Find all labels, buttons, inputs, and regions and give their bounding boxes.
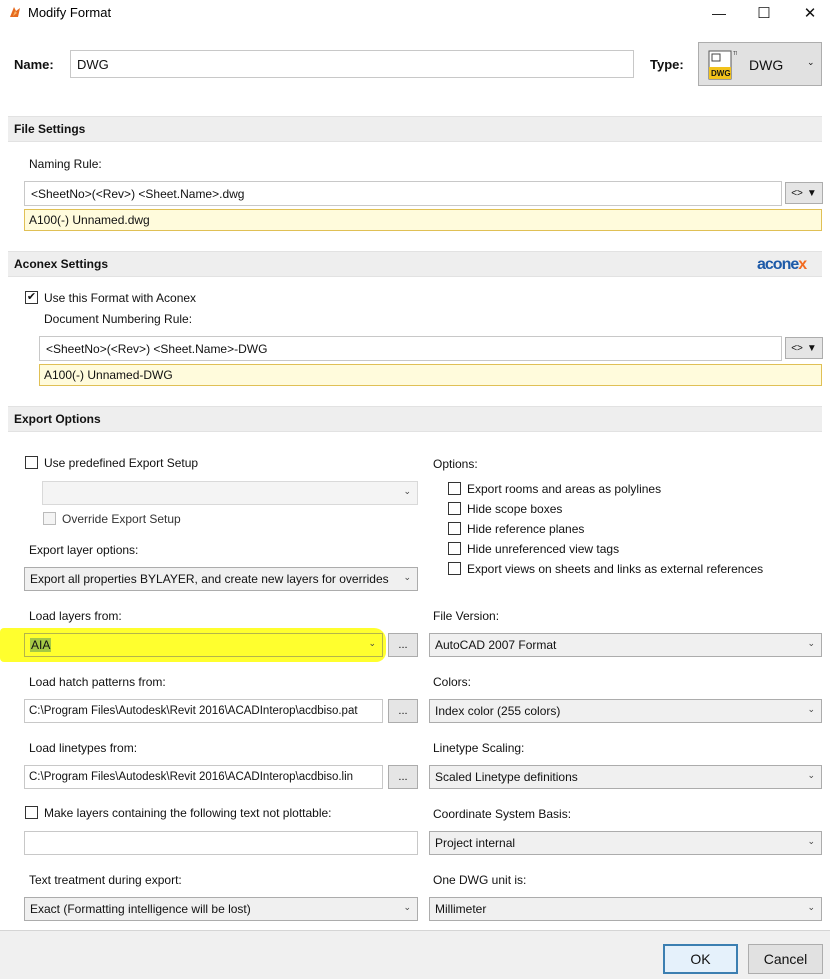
file-settings-header: File Settings [8, 116, 822, 142]
option-label: Hide scope boxes [467, 502, 563, 516]
option-checkbox[interactable] [448, 562, 461, 575]
options-label: Options: [433, 457, 478, 471]
export-layer-label: Export layer options: [29, 543, 139, 557]
naming-rule-tag-button[interactable]: <> ▼ [785, 182, 823, 204]
numbering-rule-preview: A100(-) Unnamed-DWG [39, 364, 822, 386]
hatch-browse-button[interactable]: ... [388, 699, 418, 723]
naming-rule-label: Naming Rule: [29, 157, 102, 171]
colors-label: Colors: [433, 675, 472, 689]
file-version-label: File Version: [433, 609, 500, 623]
maximize-button[interactable]: ☐ [741, 0, 787, 26]
option-label: Hide unreferenced view tags [467, 542, 620, 556]
override-setup-label: Override Export Setup [62, 512, 181, 526]
export-options-header: Export Options [8, 406, 822, 432]
use-predefined-checkbox[interactable] [25, 456, 38, 469]
use-predefined-label: Use predefined Export Setup [44, 456, 199, 470]
linetypes-browse-button[interactable]: ... [388, 765, 418, 789]
linetypes-label: Load linetypes from: [29, 741, 138, 755]
numbering-rule-tag-button[interactable]: <> ▼ [785, 337, 823, 359]
chevron-down-icon: ⌄ [807, 770, 815, 780]
dwg-file-icon: TM DWG [707, 49, 740, 81]
not-plottable-input[interactable] [24, 831, 418, 855]
type-dropdown[interactable]: TM DWG DWG ⌄ [698, 42, 822, 86]
not-plottable-label: Make layers containing the following tex… [44, 806, 332, 820]
name-input[interactable]: DWG [70, 50, 634, 78]
chevron-down-icon: ⌄ [807, 638, 815, 648]
title-bar: Modify Format — ☐ ✕ [0, 0, 830, 28]
chevron-down-icon: ⌄ [807, 836, 815, 846]
not-plottable-checkbox[interactable] [25, 806, 38, 819]
aconex-settings-title: Aconex Settings [14, 257, 109, 271]
hatch-label: Load hatch patterns from: [29, 675, 166, 689]
linetype-scaling-label: Linetype Scaling: [433, 741, 525, 755]
text-treatment-dropdown[interactable]: Exact (Formatting intelligence will be l… [24, 897, 418, 921]
chevron-down-icon: ⌄ [807, 57, 815, 67]
cancel-button[interactable]: Cancel [748, 944, 823, 974]
chevron-down-icon: ⌄ [368, 638, 376, 648]
close-icon: ✕ [803, 5, 817, 22]
override-setup-checkbox[interactable] [43, 512, 56, 525]
close-button[interactable]: ✕ [787, 0, 830, 26]
text-treatment-label: Text treatment during export: [29, 873, 182, 887]
dwg-unit-label: One DWG unit is: [433, 873, 527, 887]
chevron-down-icon: ⌄ [403, 902, 411, 912]
aconex-logo: aconex [757, 256, 807, 273]
file-version-dropdown[interactable]: AutoCAD 2007 Format ⌄ [429, 633, 822, 657]
numbering-rule-input[interactable]: <SheetNo>(<Rev>) <Sheet.Name>-DWG [39, 336, 782, 361]
chevron-down-icon: ⌄ [403, 572, 411, 582]
linetype-scaling-dropdown[interactable]: Scaled Linetype definitions ⌄ [429, 765, 822, 789]
coord-system-label: Coordinate System Basis: [433, 807, 572, 821]
name-label: Name: [14, 57, 54, 72]
ok-button[interactable]: OK [663, 944, 738, 974]
option-label: Export rooms and areas as polylines [467, 482, 662, 496]
export-layer-dropdown[interactable]: Export all properties BYLAYER, and creat… [24, 567, 418, 591]
coord-system-dropdown[interactable]: Project internal ⌄ [429, 831, 822, 855]
hatch-input[interactable]: C:\Program Files\Autodesk\Revit 2016\ACA… [24, 699, 383, 723]
use-aconex-label: Use this Format with Aconex [44, 291, 197, 305]
numbering-rule-label: Document Numbering Rule: [44, 312, 193, 326]
maximize-icon: ☐ [757, 5, 771, 22]
use-aconex-checkbox[interactable]: ✔ [25, 291, 38, 304]
minimize-icon: — [712, 5, 726, 21]
option-checkbox[interactable] [448, 522, 461, 535]
naming-rule-input[interactable]: <SheetNo>(<Rev>) <Sheet.Name>.dwg [24, 181, 782, 206]
app-icon [10, 7, 20, 17]
type-label: Type: [650, 57, 684, 72]
naming-rule-preview: A100(-) Unnamed.dwg [24, 209, 822, 231]
aconex-settings-header: Aconex Settings [8, 251, 822, 277]
dropdown-arrow-icon: ▼ [806, 342, 817, 354]
type-value: DWG [749, 57, 784, 73]
load-layers-browse-button[interactable]: ... [388, 633, 418, 657]
option-label: Export views on sheets and links as exte… [467, 562, 764, 576]
predefined-setup-dropdown[interactable]: ⌄ [42, 481, 418, 505]
linetypes-input[interactable]: C:\Program Files\Autodesk\Revit 2016\ACA… [24, 765, 383, 789]
dropdown-arrow-icon: ▼ [806, 187, 817, 199]
load-layers-label: Load layers from: [29, 609, 122, 623]
dwg-unit-dropdown[interactable]: Millimeter ⌄ [429, 897, 822, 921]
chevron-down-icon: ⌄ [807, 902, 815, 912]
chevron-down-icon: ⌄ [807, 704, 815, 714]
window-title: Modify Format [28, 5, 112, 20]
chevron-down-icon: ⌄ [403, 486, 411, 496]
option-checkbox[interactable] [448, 542, 461, 555]
colors-dropdown[interactable]: Index color (255 colors) ⌄ [429, 699, 822, 723]
option-checkbox[interactable] [448, 482, 461, 495]
load-layers-dropdown[interactable]: AIA ⌄ [24, 633, 383, 657]
option-label: Hide reference planes [467, 522, 585, 536]
minimize-button[interactable]: — [696, 0, 742, 26]
option-checkbox[interactable] [448, 502, 461, 515]
svg-text:TM: TM [733, 51, 737, 57]
